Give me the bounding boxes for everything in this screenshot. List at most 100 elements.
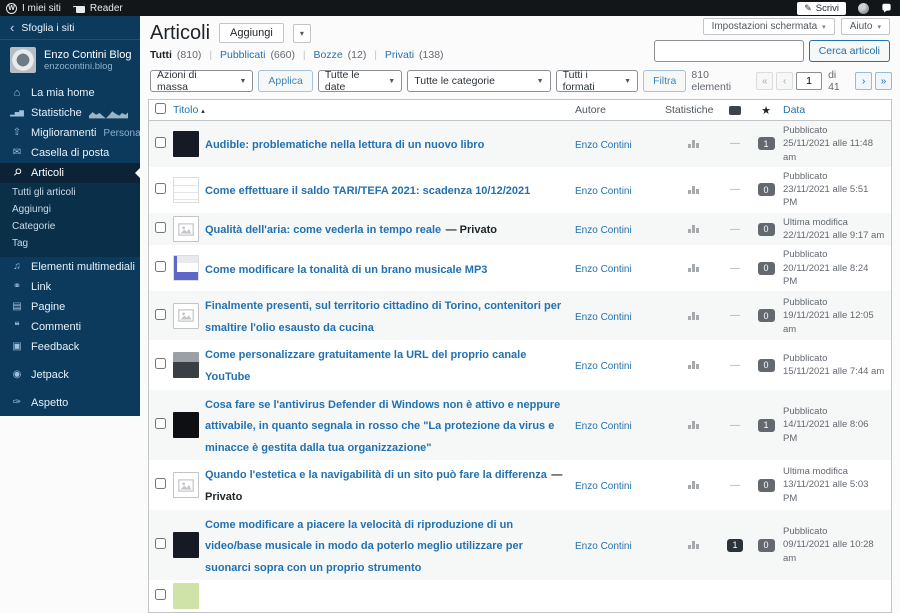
screen-options-button[interactable]: Impostazioni schermata ▾ (703, 18, 835, 35)
browse-sites-back[interactable]: ‹ Sfoglia i siti (0, 16, 140, 40)
post-title-link[interactable]: Audible: problematiche nella lettura di … (205, 139, 484, 151)
sidebar-item-jetpack[interactable]: Jetpack (0, 365, 140, 385)
author-link[interactable]: Enzo Contini (575, 312, 632, 323)
post-thumbnail[interactable] (173, 303, 199, 329)
stats-chart-icon[interactable] (688, 481, 699, 489)
filter-button[interactable]: Filtra (643, 70, 686, 92)
add-new-dropdown-toggle[interactable]: ▾ (293, 24, 311, 43)
formats-filter-select[interactable]: Tutti i formati ▼ (556, 70, 638, 92)
select-post-checkbox[interactable] (155, 538, 166, 549)
select-post-checkbox[interactable] (155, 589, 166, 600)
sidebar-item-media[interactable]: Elementi multimediali (0, 257, 140, 277)
current-page-input[interactable] (796, 72, 822, 90)
status-filter-link[interactable]: Pubblicati (660) (217, 49, 298, 61)
select-post-checkbox[interactable] (155, 183, 166, 194)
site-domain: enzocontini.blog (44, 61, 130, 72)
post-thumbnail[interactable] (173, 177, 199, 203)
sidebar-subitem[interactable]: Tag (0, 235, 140, 252)
apply-button[interactable]: Applica (258, 70, 312, 92)
stats-chart-icon[interactable] (688, 361, 699, 369)
last-page-button[interactable]: » (875, 72, 892, 90)
sidebar-item-posts[interactable]: Articoli (0, 163, 140, 183)
comment-count-badge[interactable]: 1 (727, 539, 743, 552)
author-link[interactable]: Enzo Contini (575, 264, 632, 275)
post-title-link[interactable]: Come modificare a piacere la velocità di… (205, 519, 523, 574)
sidebar-item-feedback[interactable]: Feedback (0, 337, 140, 357)
sidebar-item-pages[interactable]: Pagine (0, 297, 140, 317)
author-link[interactable]: Enzo Contini (575, 361, 632, 372)
sidebar-subitem[interactable]: Categorie (0, 218, 140, 235)
select-post-checkbox[interactable] (155, 222, 166, 233)
post-date: 15/11/2021 alle 7:44 am (783, 365, 885, 378)
sidebar-item-comments[interactable]: Commenti (0, 317, 140, 337)
column-title[interactable]: Titolo▴ (173, 104, 575, 116)
stats-chart-icon[interactable] (688, 186, 699, 194)
select-all-checkbox[interactable] (155, 103, 166, 114)
post-title-link[interactable]: Qualità dell'aria: come vederla in tempo… (205, 224, 441, 236)
post-title-link[interactable]: Come modificare la tonalità di un brano … (205, 264, 487, 276)
select-post-checkbox[interactable] (155, 261, 166, 272)
user-avatar[interactable] (858, 3, 869, 14)
search-input[interactable] (654, 40, 804, 62)
categories-filter-select[interactable]: Tutte le categorie ▼ (407, 70, 550, 92)
select-post-checkbox[interactable] (155, 309, 166, 320)
stats-chart-icon[interactable] (688, 225, 699, 233)
author-link[interactable]: Enzo Contini (575, 541, 632, 552)
sidebar-subitem[interactable]: Aggiungi (0, 201, 140, 218)
post-thumbnail[interactable] (173, 583, 199, 609)
post-title-link[interactable]: Cosa fare se l'antivirus Defender di Win… (205, 399, 560, 454)
post-thumbnail[interactable] (173, 255, 199, 281)
stats-chart-icon[interactable] (688, 541, 699, 549)
stats-chart-icon[interactable] (688, 264, 699, 272)
author-link[interactable]: Enzo Contini (575, 481, 632, 492)
post-title-link[interactable]: Come personalizzare gratuitamente la URL… (205, 349, 526, 383)
status-filter-link[interactable]: Bozze (12) (311, 49, 370, 61)
post-thumbnail[interactable] (173, 131, 199, 157)
author-link[interactable]: Enzo Contini (575, 225, 632, 236)
author-link[interactable]: Enzo Contini (575, 421, 632, 432)
status-filter-link[interactable]: Privati (138) (382, 49, 444, 61)
author-link[interactable]: Enzo Contini (575, 186, 632, 197)
stats-chart-icon[interactable] (688, 140, 699, 148)
select-post-checkbox[interactable] (155, 358, 166, 369)
my-sites-menu[interactable]: W I miei siti (6, 3, 61, 14)
post-thumbnail[interactable] (173, 472, 199, 498)
comments-cell: — (721, 138, 749, 149)
sidebar-item-home[interactable]: La mia home (0, 83, 140, 103)
write-button[interactable]: ✎ Scrivi (797, 2, 846, 15)
column-date[interactable]: Data (783, 104, 885, 116)
sidebar-item-link[interactable]: Link (0, 277, 140, 297)
author-link[interactable]: Enzo Contini (575, 140, 632, 151)
site-card[interactable]: Enzo Contini Blog enzocontini.blog (0, 40, 140, 81)
select-post-checkbox[interactable] (155, 478, 166, 489)
notifications-bell-icon[interactable] (881, 3, 892, 14)
stats-chart-icon[interactable] (688, 421, 699, 429)
table-row: Come personalizzare gratuitamente la URL… (149, 340, 891, 389)
select-post-checkbox[interactable] (155, 137, 166, 148)
post-thumbnail[interactable] (173, 532, 199, 558)
help-button[interactable]: Aiuto ▾ (841, 18, 890, 35)
inbox-icon (10, 148, 24, 158)
next-page-button[interactable]: › (855, 72, 872, 90)
sidebar-item-stats[interactable]: Statistiche (0, 103, 140, 123)
select-post-checkbox[interactable] (155, 418, 166, 429)
sidebar-subitem[interactable]: Tutti gli articoli (0, 184, 140, 201)
sidebar-item-upgrades[interactable]: Miglioramenti Personale (0, 123, 140, 143)
previous-page-button[interactable]: ‹ (776, 72, 793, 90)
post-thumbnail[interactable] (173, 216, 199, 242)
add-new-button[interactable]: Aggiungi (219, 23, 284, 43)
sidebar-item-inbox[interactable]: Casella di posta (0, 143, 140, 163)
post-thumbnail[interactable] (173, 352, 199, 378)
bulk-actions-select[interactable]: Azioni di massa ▼ (150, 70, 253, 92)
post-title-link[interactable]: Come effettuare il saldo TARI/TEFA 2021:… (205, 185, 530, 197)
sidebar-item-appearance[interactable]: Aspetto (0, 393, 140, 413)
first-page-button[interactable]: « (756, 72, 773, 90)
post-title-link[interactable]: Finalmente presenti, sul territorio citt… (205, 300, 561, 334)
status-filter-link[interactable]: Tutti (810) (150, 49, 204, 61)
reader-menu[interactable]: Reader (73, 3, 123, 14)
dates-filter-select[interactable]: Tutte le date ▼ (318, 70, 402, 92)
search-posts-button[interactable]: Cerca articoli (809, 40, 890, 62)
post-title-link[interactable]: Quando l'estetica e la navigabilità di u… (205, 469, 547, 481)
image-placeholder-icon (178, 309, 194, 322)
stats-chart-icon[interactable] (688, 312, 699, 320)
